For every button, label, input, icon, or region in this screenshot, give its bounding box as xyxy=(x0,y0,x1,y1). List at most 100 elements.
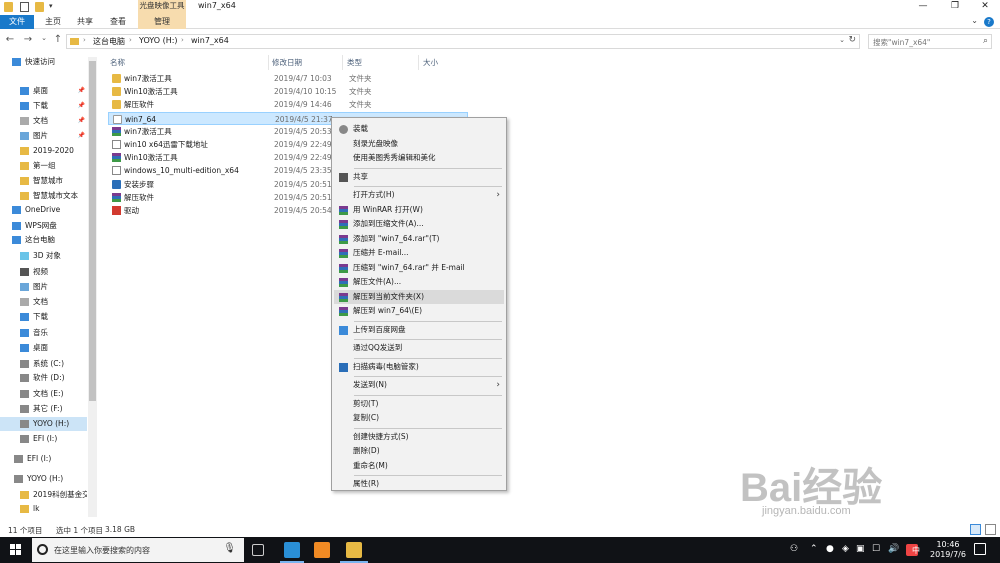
context-menu-item[interactable]: 装载 xyxy=(334,122,504,136)
nav-item[interactable]: 文档 📌 xyxy=(0,114,87,128)
scrollbar-thumb[interactable] xyxy=(89,61,96,401)
context-menu-item[interactable]: 压缩并 E-mail... xyxy=(334,246,504,260)
nav-item[interactable]: 软件 (D:) xyxy=(0,371,87,385)
folder-icon[interactable] xyxy=(4,2,13,12)
volume-icon[interactable]: 🔊 xyxy=(888,544,899,554)
context-menu-item[interactable]: 添加到 "win7_64.rar"(T) xyxy=(334,232,504,246)
notification-icon[interactable] xyxy=(974,543,986,555)
browser-icon[interactable] xyxy=(284,542,300,558)
context-menu-item[interactable]: 扫描病毒(电脑管家) xyxy=(334,360,504,374)
nav-item[interactable]: YOYO (H:) xyxy=(0,472,87,486)
tray-icon[interactable]: ▣ xyxy=(856,544,865,554)
context-menu-item[interactable]: 用 WinRAR 打开(W) xyxy=(334,203,504,217)
tab-view[interactable]: 查看 xyxy=(103,15,133,29)
column-date[interactable]: 修改日期 xyxy=(272,57,302,68)
app-icon[interactable] xyxy=(314,542,330,558)
network-icon[interactable]: ☐ xyxy=(872,544,880,554)
nav-item[interactable]: 图片 📌 xyxy=(0,129,87,143)
context-menu-item[interactable]: 复制(C) xyxy=(334,411,504,425)
tab-home[interactable]: 主页 xyxy=(38,15,68,29)
nav-scrollbar[interactable] xyxy=(88,57,97,517)
context-menu-item[interactable]: 共享 xyxy=(334,170,504,184)
nav-item[interactable]: 其它 (F:) xyxy=(0,402,87,416)
context-menu-item[interactable]: 创建快捷方式(S) xyxy=(334,430,504,444)
context-menu-item[interactable]: 压缩到 "win7_64.rar" 并 E-mail xyxy=(334,261,504,275)
nav-item[interactable]: 音乐 xyxy=(0,326,87,340)
help-icon[interactable]: ? xyxy=(984,17,994,27)
nav-item[interactable]: 文档 (E:) xyxy=(0,387,87,401)
chevron-down-icon[interactable]: ⌄ xyxy=(839,36,845,44)
search-input[interactable]: 搜索"win7_x64" ⌕ xyxy=(868,34,992,49)
nav-item[interactable]: 文档 xyxy=(0,295,87,309)
breadcrumb-drive[interactable]: YOYO (H:) xyxy=(139,36,178,45)
clock[interactable]: 10:46 2019/7/6 xyxy=(928,540,968,560)
column-name[interactable]: 名称 xyxy=(110,57,125,68)
nav-item[interactable]: 桌面 xyxy=(0,341,87,355)
nav-item[interactable]: 智慧城市 xyxy=(0,174,87,188)
file-row[interactable]: Win10激活工具 2019/4/10 10:15 文件夹 xyxy=(108,85,468,98)
column-type[interactable]: 类型 xyxy=(347,57,362,68)
nav-item[interactable]: 快速访问 xyxy=(0,55,87,69)
context-menu-item[interactable]: 上传到百度网盘 xyxy=(334,323,504,337)
close-button[interactable]: ✕ xyxy=(970,0,1000,14)
nav-item[interactable]: 3D 对象 xyxy=(0,249,87,263)
large-icons-view-icon[interactable] xyxy=(985,524,996,535)
nav-item[interactable]: 下载 📌 xyxy=(0,99,87,113)
context-menu-item[interactable]: 解压到 win7_64\(E) xyxy=(334,304,504,318)
nav-item[interactable]: WPS网盘 xyxy=(0,219,87,233)
context-menu-item[interactable]: 重命名(M) xyxy=(334,459,504,473)
context-menu-item[interactable]: 通过QQ发送到 xyxy=(334,341,504,355)
security-icon[interactable]: ◈ xyxy=(842,544,849,554)
up-arrow-icon[interactable]: ↑ xyxy=(52,34,64,45)
properties-icon[interactable] xyxy=(20,2,29,12)
details-view-icon[interactable] xyxy=(970,524,981,535)
forward-arrow-icon[interactable]: → xyxy=(22,34,34,45)
nav-item[interactable]: 视频 xyxy=(0,265,87,279)
recent-locations-icon[interactable]: ⌄ xyxy=(38,34,50,42)
context-menu-item[interactable]: 刻录光盘映像 xyxy=(334,137,504,151)
nav-item[interactable]: lk xyxy=(0,502,87,516)
chevron-down-icon[interactable]: ⌄ xyxy=(971,16,978,25)
nav-item[interactable]: 这台电脑 xyxy=(0,233,87,247)
nav-item[interactable]: 第一组 xyxy=(0,159,87,173)
breadcrumb-this-pc[interactable]: 这台电脑 xyxy=(93,36,125,47)
ime-indicator[interactable]: 中 xyxy=(912,545,920,556)
context-menu-item[interactable]: 属性(R) xyxy=(334,477,504,491)
task-view-icon[interactable] xyxy=(252,544,264,556)
column-size[interactable]: 大小 xyxy=(423,57,438,68)
context-menu-item[interactable]: 解压到当前文件夹(X) xyxy=(334,289,504,304)
nav-item[interactable]: 2019科创基金交 xyxy=(0,488,87,502)
quick-access-dropdown[interactable]: ▾ xyxy=(49,2,58,12)
nav-item[interactable]: 智慧城市文本 xyxy=(0,189,87,203)
nav-item[interactable]: 图片 xyxy=(0,280,87,294)
file-row[interactable]: win7激活工具 2019/4/7 10:03 文件夹 xyxy=(108,72,468,85)
context-menu-item[interactable]: 剪切(T) xyxy=(334,397,504,411)
tab-share[interactable]: 共享 xyxy=(70,15,100,29)
nav-item[interactable]: YOYO (H:) xyxy=(0,417,87,431)
nav-item[interactable]: 下载 xyxy=(0,310,87,324)
chevron-up-icon[interactable]: ⌃ xyxy=(810,544,818,554)
back-arrow-icon[interactable]: ← xyxy=(4,34,16,45)
context-menu-item[interactable]: 使用美图秀秀编辑和美化 xyxy=(334,151,504,165)
tab-file[interactable]: 文件 xyxy=(0,15,34,29)
tab-manage[interactable]: 管理 xyxy=(138,15,186,29)
context-menu-item[interactable]: 打开方式(H) › xyxy=(334,188,504,202)
nav-item[interactable]: 桌面 📌 xyxy=(0,84,87,98)
new-folder-icon[interactable] xyxy=(35,2,44,12)
file-row[interactable]: 解压软件 2019/4/9 14:46 文件夹 xyxy=(108,98,468,111)
tray-app-icon[interactable]: ● xyxy=(826,544,834,554)
address-bar[interactable]: › 这台电脑 › YOYO (H:) › win7_x64 ⌄ ↻ xyxy=(66,34,860,49)
context-menu-item[interactable]: 解压文件(A)... xyxy=(334,275,504,289)
refresh-icon[interactable]: ↻ xyxy=(848,35,856,45)
taskbar-search-input[interactable]: 在这里输入你要搜索的内容 🎙 xyxy=(32,538,244,562)
nav-item[interactable]: 系统 (C:) xyxy=(0,357,87,371)
nav-item[interactable]: OneDrive xyxy=(0,203,87,217)
nav-item[interactable]: EFI (I:) xyxy=(0,432,87,446)
windows-start-icon[interactable] xyxy=(10,544,22,556)
nav-item[interactable]: 2019-2020 xyxy=(0,144,87,158)
context-menu-item[interactable]: 删除(D) xyxy=(334,444,504,458)
nav-item[interactable]: EFI (I:) xyxy=(0,452,87,466)
file-explorer-icon[interactable] xyxy=(346,542,362,558)
minimize-button[interactable]: — xyxy=(908,0,938,14)
context-menu-item[interactable]: 发送到(N) › xyxy=(334,378,504,392)
